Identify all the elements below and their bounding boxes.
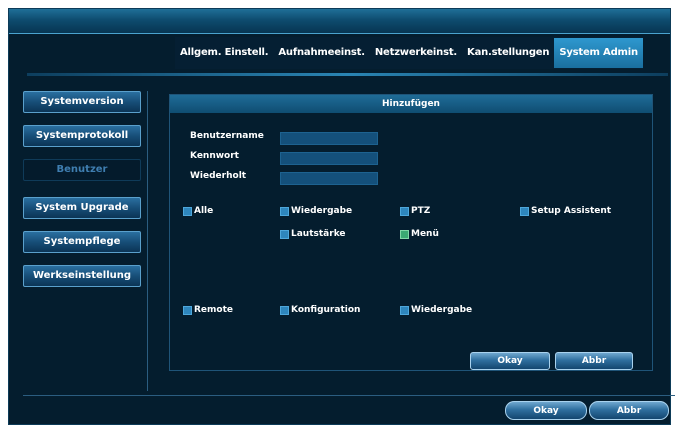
repeat-password-label: Wiederholt xyxy=(190,171,247,181)
permission-playback[interactable]: Wiedergabe xyxy=(280,206,352,216)
permission-all-label: Alle xyxy=(194,206,214,216)
checkbox-icon[interactable] xyxy=(280,229,289,239)
dialog-title: Hinzufügen xyxy=(170,95,652,113)
title-bar xyxy=(9,9,670,34)
sidebar-separator xyxy=(147,91,148,391)
permission-ptz[interactable]: PTZ xyxy=(400,206,430,216)
permission-remote-playback-label: Wiedergabe xyxy=(411,305,473,315)
footer-cancel-button[interactable]: Abbr xyxy=(589,401,669,420)
sidebar-item-system-log[interactable]: Systemprotokoll xyxy=(23,125,141,147)
footer-ok-button[interactable]: Okay xyxy=(505,401,587,420)
sidebar-item-system-version[interactable]: Systemversion xyxy=(23,91,141,113)
dialog-cancel-button[interactable]: Abbr xyxy=(555,352,633,370)
checkbox-icon[interactable] xyxy=(400,206,409,216)
permission-remote-label: Remote xyxy=(194,305,234,315)
permission-remote[interactable]: Remote xyxy=(183,305,233,315)
dvr-settings-window: Allgem. Einstell. Aufnahmeeinst. Netzwer… xyxy=(8,8,675,425)
permission-all[interactable]: Alle xyxy=(183,206,213,216)
permission-menu-label: Menü xyxy=(411,229,439,239)
permission-ptz-label: PTZ xyxy=(411,206,431,216)
checkbox-icon[interactable] xyxy=(400,305,409,315)
checkbox-icon[interactable] xyxy=(280,305,289,315)
tab-bar: Allgem. Einstell. Aufnahmeeinst. Netzwer… xyxy=(175,37,643,69)
checkbox-icon[interactable] xyxy=(400,229,409,239)
repeat-password-input[interactable] xyxy=(280,172,378,185)
checkbox-icon[interactable] xyxy=(280,206,289,216)
tab-channel-settings[interactable]: Kan.stellungen xyxy=(462,38,554,68)
tab-network-settings[interactable]: Netzwerkeinst. xyxy=(370,38,462,68)
dialog-ok-button[interactable]: Okay xyxy=(470,352,550,370)
footer-divider xyxy=(23,395,675,396)
sidebar-item-system-upgrade[interactable]: System Upgrade xyxy=(23,197,141,219)
add-user-dialog: Hinzufügen Benutzername Kennwort Wiederh… xyxy=(169,94,653,371)
password-input[interactable] xyxy=(280,152,378,165)
tab-recording-settings[interactable]: Aufnahmeeinst. xyxy=(273,38,369,68)
permission-playback-label: Wiedergabe xyxy=(291,206,353,216)
permission-volume[interactable]: Lautstärke xyxy=(280,229,346,239)
permission-setup-assistant[interactable]: Setup Assistent xyxy=(520,206,611,216)
checkbox-icon[interactable] xyxy=(520,206,529,216)
permission-remote-playback[interactable]: Wiedergabe xyxy=(400,305,472,315)
sidebar-item-users[interactable]: Benutzer xyxy=(23,159,141,181)
sidebar-item-factory-reset[interactable]: Werkseinstellung xyxy=(23,265,141,287)
checkbox-icon[interactable] xyxy=(183,305,192,315)
permission-setup-assistant-label: Setup Assistent xyxy=(531,206,612,216)
sidebar-item-system-maintenance[interactable]: Systempflege xyxy=(23,231,141,253)
checkbox-icon[interactable] xyxy=(183,206,192,216)
tab-general-settings[interactable]: Allgem. Einstell. xyxy=(175,38,273,68)
permission-configuration[interactable]: Konfiguration xyxy=(280,305,360,315)
permission-volume-label: Lautstärke xyxy=(291,229,346,239)
permission-configuration-label: Konfiguration xyxy=(291,305,361,315)
tab-system-admin[interactable]: System Admin xyxy=(554,38,643,68)
screen: Allgem. Einstell. Aufnahmeeinst. Netzwer… xyxy=(0,0,679,425)
tab-divider xyxy=(27,73,668,76)
username-input[interactable] xyxy=(280,132,378,145)
username-label: Benutzername xyxy=(190,131,264,141)
password-label: Kennwort xyxy=(190,151,239,161)
permission-menu[interactable]: Menü xyxy=(400,229,439,239)
